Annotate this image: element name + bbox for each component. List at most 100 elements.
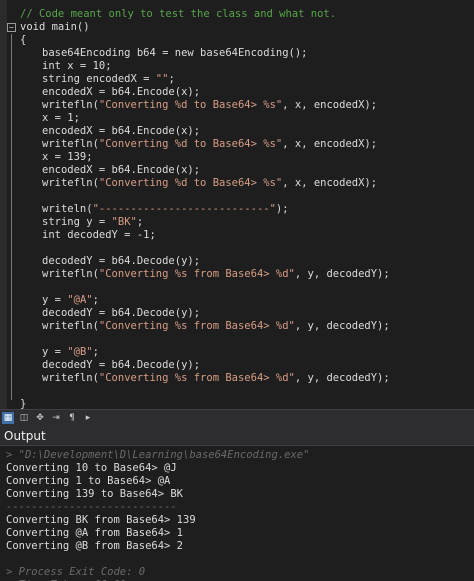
output-line: Converting @A from Base64> 1 — [6, 527, 184, 539]
line-gutter — [0, 0, 7, 409]
code-token: , y, decodedY); — [294, 320, 390, 332]
code-token: y = — [42, 346, 68, 358]
code-token: , y, decodedY); — [294, 372, 390, 384]
code-token: writefln( — [42, 320, 99, 332]
code-token: , x, encodedX); — [282, 99, 378, 111]
code-line: void main() — [20, 21, 474, 34]
code-token: } — [20, 398, 27, 409]
code-line: encodedX = b64.Encode(x); — [20, 86, 474, 99]
code-line: base64Encoding b64 = new base64Encoding(… — [20, 47, 474, 60]
collapse-icon[interactable]: − — [7, 23, 16, 32]
code-editor[interactable]: − // Code meant only to test the class a… — [0, 0, 474, 409]
code-line: x = 1; — [20, 112, 474, 125]
indent-icon[interactable]: ⇥ — [50, 412, 62, 424]
code-token: writefln( — [42, 138, 99, 150]
code-line: decodedY = b64.Decode(y); — [20, 359, 474, 372]
editor-bottom-toolbar: ▦ ◫ ✥ ⇥ ¶ ▸ — [0, 409, 474, 426]
move-icon[interactable]: ✥ — [34, 412, 46, 424]
output-line: Converting 139 to Base64> BK — [6, 488, 184, 500]
split-icon[interactable]: ◫ — [18, 412, 30, 424]
code-line: writefln("Converting %s from Base64> %d"… — [20, 320, 474, 333]
code-token: x = 1; — [42, 112, 80, 124]
string-literal: "" — [155, 73, 169, 85]
code-token: string encodedX = — [42, 73, 156, 85]
code-token: int x = 10; — [42, 60, 112, 72]
string-literal: "Converting %s from Base64> %d" — [98, 268, 295, 280]
code-token: , x, encodedX); — [282, 177, 378, 189]
code-token: string y = — [42, 216, 112, 228]
code-token: decodedY = b64.Decode(y); — [42, 359, 201, 371]
code-token: decodedY = b64.Decode(y); — [42, 307, 201, 319]
output-line: --------------------------- — [6, 501, 177, 513]
output-line: > "D:\Development\D\Learning\base64Encod… — [6, 449, 310, 461]
code-token: writefln( — [42, 177, 99, 189]
string-literal: "@B" — [67, 346, 93, 358]
code-line: encodedX = b64.Encode(x); — [20, 164, 474, 177]
code-line: writefln("Converting %d to Base64> %s", … — [20, 99, 474, 112]
string-literal: "Converting %d to Base64> %s" — [98, 138, 283, 150]
code-line: int decodedY = -1; — [20, 229, 474, 242]
code-line: string y = "BK"; — [20, 216, 474, 229]
code-token: encodedX = b64.Encode(x); — [42, 164, 201, 176]
code-line: } — [20, 398, 474, 409]
pilcrow-icon[interactable]: ¶ — [66, 412, 78, 424]
output-line: > Process Exit Code: 0 — [6, 566, 146, 578]
code-token: ; — [168, 73, 175, 85]
code-token: , y, decodedY); — [294, 268, 390, 280]
code-token: ; — [136, 216, 144, 228]
code-token: int decodedY = -1; — [42, 229, 156, 241]
string-literal: "Converting %d to Base64> %s" — [98, 99, 283, 111]
string-literal: "BK" — [111, 216, 137, 228]
output-line: Converting BK from Base64> 139 — [6, 514, 196, 526]
code-line: { — [20, 34, 474, 47]
code-token: writefln( — [42, 99, 99, 111]
code-token: writefln( — [42, 372, 99, 384]
code-token: encodedX = b64.Encode(x); — [42, 125, 201, 137]
output-panel-title: Output — [0, 426, 474, 446]
code-comment: // Code meant only to test the class and… — [20, 8, 337, 20]
code-token: decodedY = b64.Decode(y); — [42, 255, 201, 267]
code-token: writefln( — [42, 268, 99, 280]
code-token: , x, encodedX); — [282, 138, 378, 150]
code-token: encodedX = b64.Encode(x); — [42, 86, 201, 98]
output-line: Converting 1 to Base64> @A — [6, 475, 171, 487]
code-line: writefln("Converting %s from Base64> %d"… — [20, 372, 474, 385]
code-token: base64Encoding b64 = new base64Encoding(… — [42, 47, 308, 59]
code-line: string encodedX = ""; — [20, 73, 474, 86]
code-token: writeln( — [42, 203, 93, 215]
code-line: decodedY = b64.Decode(y); — [20, 307, 474, 320]
output-line: Converting 10 to Base64> @J — [6, 462, 177, 474]
code-line: writefln("Converting %s from Base64> %d"… — [20, 268, 474, 281]
fold-guide-line — [11, 34, 12, 400]
code-token: { — [20, 34, 27, 46]
code-token: x = 139; — [42, 151, 93, 163]
code-line: int x = 10; — [20, 60, 474, 73]
code-line: writefln("Converting %d to Base64> %s", … — [20, 138, 474, 151]
code-line: x = 139; — [20, 151, 474, 164]
code-text-area[interactable]: // Code meant only to test the class and… — [20, 8, 474, 409]
string-literal: "Converting %s from Base64> %d" — [98, 320, 295, 332]
dropdown-icon[interactable]: ▸ — [82, 412, 94, 424]
code-line: // Code meant only to test the class and… — [20, 8, 474, 21]
output-text: > "D:\Development\D\Learning\base64Encod… — [6, 449, 309, 581]
code-line: y = "@A"; — [20, 294, 474, 307]
code-token: ; — [92, 346, 99, 358]
code-token: void main() — [20, 21, 90, 33]
code-line: writefln("Converting %d to Base64> %s", … — [20, 177, 474, 190]
code-line: encodedX = b64.Encode(x); — [20, 125, 474, 138]
output-panel[interactable]: > "D:\Development\D\Learning\base64Encod… — [0, 447, 474, 581]
code-token: ; — [92, 294, 99, 306]
grid-icon[interactable]: ▦ — [2, 412, 14, 424]
code-token: y = — [42, 294, 68, 306]
output-line: Converting @B from Base64> 2 — [6, 540, 184, 552]
code-token: ); — [275, 203, 289, 215]
string-literal: "---------------------------" — [92, 203, 276, 215]
code-line: writeln("---------------------------"); — [20, 203, 474, 216]
string-literal: "Converting %s from Base64> %d" — [98, 372, 295, 384]
